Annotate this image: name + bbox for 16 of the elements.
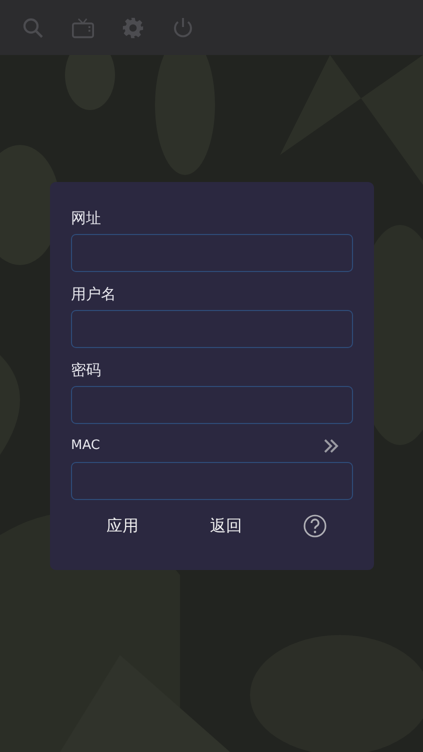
help-icon[interactable]	[303, 514, 328, 538]
double-chevron-icon[interactable]	[323, 439, 339, 453]
field-label: MAC	[71, 437, 100, 456]
settings-icon[interactable]	[122, 16, 144, 38]
power-icon[interactable]	[172, 16, 194, 38]
field-label: 用户名	[71, 284, 116, 305]
input-field[interactable]	[71, 310, 353, 348]
dialog-button[interactable]: 应用	[96, 510, 149, 542]
input-field[interactable]	[71, 462, 353, 500]
search-icon[interactable]	[22, 16, 44, 38]
dialog-button[interactable]: 返回	[200, 510, 252, 542]
input-field[interactable]	[71, 234, 353, 272]
input-field[interactable]	[71, 386, 353, 424]
tv-icon[interactable]	[72, 16, 94, 38]
field-label: 密码	[71, 360, 101, 381]
field-label: 网址	[71, 208, 101, 229]
